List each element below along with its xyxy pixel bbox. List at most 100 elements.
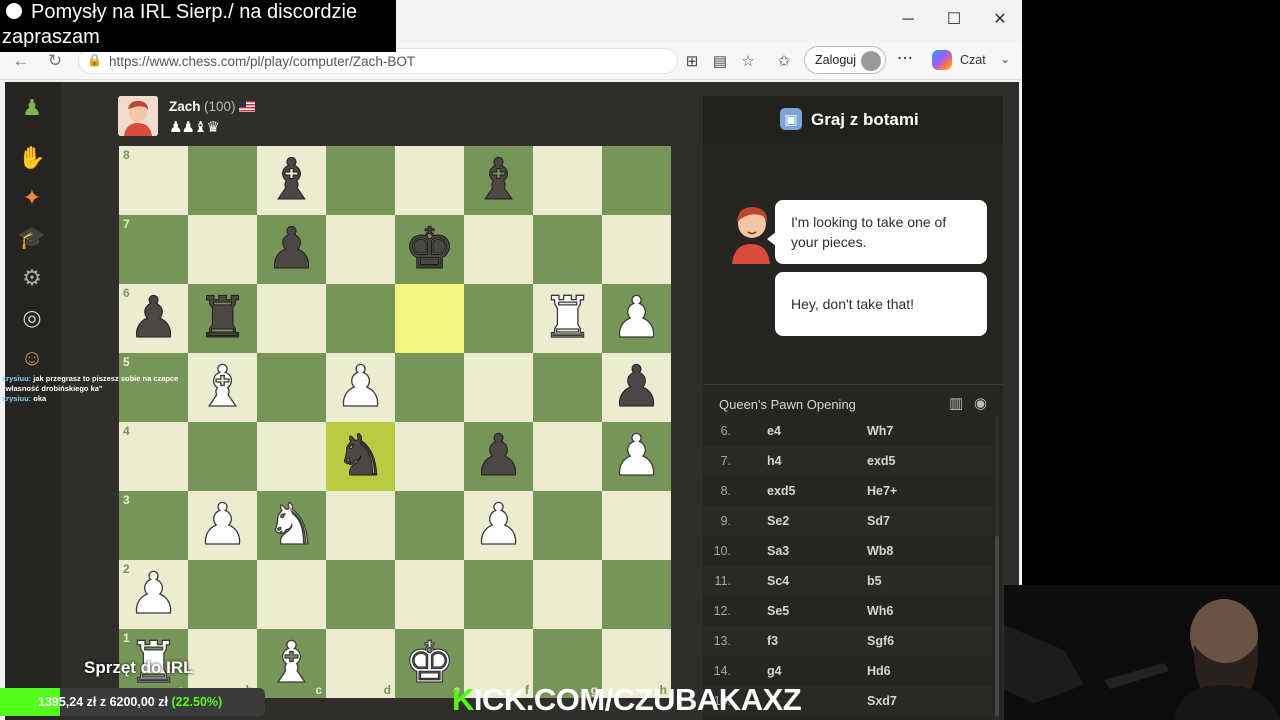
white-pawn-d5[interactable]: ♟	[326, 353, 395, 422]
copilot-button[interactable]: Czat ⌄	[928, 46, 1018, 74]
black-bishop-c8[interactable]: ♝	[257, 146, 326, 215]
square-g4[interactable]	[533, 422, 602, 491]
watch-icon[interactable]: ⚙	[18, 264, 46, 292]
square-g2[interactable]	[533, 560, 602, 629]
square-e2[interactable]	[395, 560, 464, 629]
apps-icon[interactable]: ⊞	[682, 52, 702, 72]
maximize-icon[interactable]: ☐	[939, 8, 969, 32]
square-b8[interactable]	[188, 146, 257, 215]
black-move[interactable]: Wh7	[867, 424, 893, 438]
square-c4[interactable]	[257, 422, 326, 491]
square-a7[interactable]: 7	[119, 215, 188, 284]
white-rook-g6[interactable]: ♜	[533, 284, 602, 353]
white-move[interactable]: Sa3	[767, 544, 789, 558]
white-move[interactable]: g4	[767, 664, 782, 678]
back-icon[interactable]: ←	[10, 50, 32, 72]
black-move[interactable]: Sgf6	[867, 634, 894, 648]
white-move[interactable]: Se5	[767, 604, 789, 618]
square-d8[interactable]	[326, 146, 395, 215]
white-pawn-f3[interactable]: ♟	[464, 491, 533, 560]
square-g8[interactable]	[533, 146, 602, 215]
white-bishop-c1[interactable]: ♝	[257, 629, 326, 698]
black-move[interactable]: Wb8	[867, 544, 893, 558]
white-move[interactable]: f3	[767, 634, 778, 648]
bot-avatar[interactable]	[118, 96, 158, 136]
square-g5[interactable]	[533, 353, 602, 422]
square-a8[interactable]: 8	[119, 146, 188, 215]
social-icon[interactable]: ☺	[18, 344, 46, 372]
minimize-icon[interactable]: ─	[893, 8, 923, 32]
white-pawn-h4[interactable]: ♟	[602, 422, 671, 491]
square-d3[interactable]	[326, 491, 395, 560]
square-c6[interactable]	[257, 284, 326, 353]
square-b2[interactable]	[188, 560, 257, 629]
black-rook-b6[interactable]: ♜	[188, 284, 257, 353]
square-d7[interactable]	[326, 215, 395, 284]
black-move[interactable]: Sd7	[867, 514, 890, 528]
black-bishop-f8[interactable]: ♝	[464, 146, 533, 215]
white-bishop-b5[interactable]: ♝	[188, 353, 257, 422]
square-a3[interactable]: 3	[119, 491, 188, 560]
black-move[interactable]: exd5	[867, 454, 896, 468]
play-icon[interactable]: ✋	[18, 144, 46, 172]
move-list-scrollbar[interactable]	[995, 416, 999, 720]
white-move[interactable]: Sc4	[767, 574, 789, 588]
white-pawn-b3[interactable]: ♟	[188, 491, 257, 560]
square-b4[interactable]	[188, 422, 257, 491]
square-f7[interactable]	[464, 215, 533, 284]
puzzles-icon[interactable]: ✦	[18, 184, 46, 212]
favorite-star-icon[interactable]: ☆	[738, 52, 758, 72]
white-knight-c3[interactable]: ♞	[257, 491, 326, 560]
square-g7[interactable]	[533, 215, 602, 284]
square-f6[interactable]	[464, 284, 533, 353]
login-button[interactable]: Zaloguj	[804, 46, 886, 74]
black-pawn-h5[interactable]: ♟	[602, 353, 671, 422]
square-g3[interactable]	[533, 491, 602, 560]
learn-icon[interactable]: 🎓	[18, 224, 46, 252]
square-h3[interactable]	[602, 491, 671, 560]
compass-icon[interactable]: ◉	[974, 394, 987, 412]
white-move[interactable]: exd5	[767, 484, 796, 498]
chess-logo-icon[interactable]: ♟	[18, 94, 46, 122]
white-move[interactable]: h4	[767, 454, 782, 468]
favorites-icon[interactable]: ✩	[774, 52, 794, 72]
square-f5[interactable]	[464, 353, 533, 422]
scrollbar-thumb[interactable]	[995, 536, 999, 716]
black-move[interactable]: Sxd7	[867, 694, 897, 708]
black-move[interactable]: Hd6	[867, 664, 891, 678]
square-d1[interactable]: d	[326, 629, 395, 698]
more-icon[interactable]: ⋯	[895, 48, 915, 68]
square-c2[interactable]	[257, 560, 326, 629]
square-h2[interactable]	[602, 560, 671, 629]
binoculars-icon[interactable]: ◎	[18, 304, 46, 332]
book-icon[interactable]: ▥	[949, 394, 963, 412]
square-a4[interactable]: 4	[119, 422, 188, 491]
white-pawn-h6[interactable]: ♟	[602, 284, 671, 353]
square-e4[interactable]	[395, 422, 464, 491]
square-h7[interactable]	[602, 215, 671, 284]
black-knight-d4[interactable]: ♞	[326, 422, 395, 491]
player-name[interactable]: Zach	[169, 99, 201, 114]
square-e5[interactable]	[395, 353, 464, 422]
square-e3[interactable]	[395, 491, 464, 560]
square-e8[interactable]	[395, 146, 464, 215]
black-pawn-a6[interactable]: ♟	[119, 284, 188, 353]
white-move[interactable]: Se2	[767, 514, 789, 528]
square-d2[interactable]	[326, 560, 395, 629]
white-pawn-a2[interactable]: ♟	[119, 560, 188, 629]
refresh-icon[interactable]: ↻	[44, 50, 66, 72]
black-pawn-c7[interactable]: ♟	[257, 215, 326, 284]
black-move[interactable]: Wh6	[867, 604, 893, 618]
chess-board[interactable]: 87654321abcdefgh♝♝♟♚♟♜♜♟♝♟♟♞♟♟♟♞♟♟♜♝♚	[119, 146, 671, 698]
square-c5[interactable]	[257, 353, 326, 422]
black-king-e7[interactable]: ♚	[395, 215, 464, 284]
black-move[interactable]: b5	[867, 574, 882, 588]
white-move[interactable]: e4	[767, 424, 781, 438]
square-h8[interactable]	[602, 146, 671, 215]
reader-icon[interactable]: ▤	[710, 52, 730, 72]
square-f2[interactable]	[464, 560, 533, 629]
black-pawn-f4[interactable]: ♟	[464, 422, 533, 491]
square-b7[interactable]	[188, 215, 257, 284]
square-d6[interactable]	[326, 284, 395, 353]
black-move[interactable]: He7+	[867, 484, 897, 498]
